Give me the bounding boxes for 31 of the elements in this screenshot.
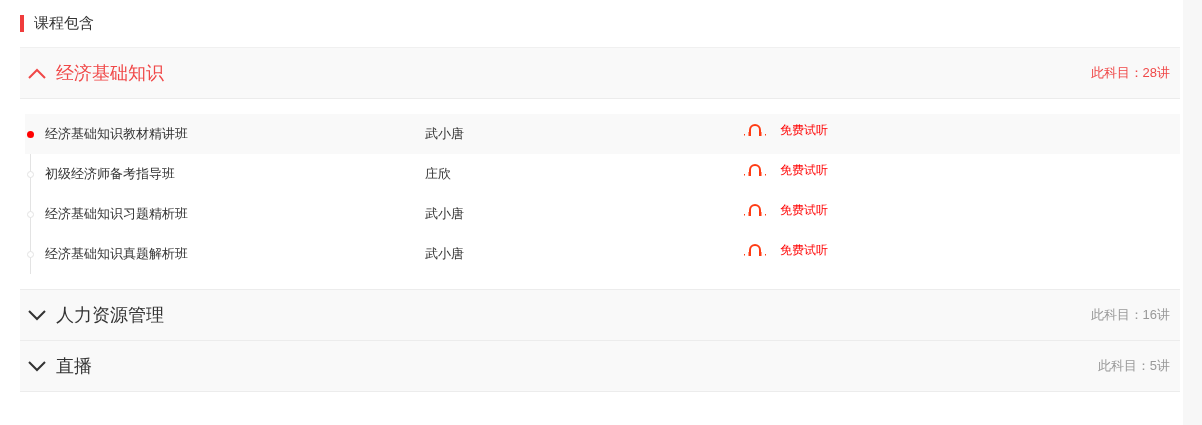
section-title: 课程包含 <box>34 13 94 34</box>
subject-title: 人力资源管理 <box>56 303 164 327</box>
free-trial-link[interactable]: 免费试听 <box>780 241 828 259</box>
lesson-row[interactable]: 经济基础知识教材精讲班 武小唐 免费试听 <box>25 114 1180 154</box>
subject-header[interactable]: 人力资源管理 此科目：16讲 <box>20 290 1180 341</box>
lesson-title: 经济基础知识真题解析班 <box>45 245 189 264</box>
headphones-icon <box>743 243 767 257</box>
free-trial-link[interactable]: 免费试听 <box>780 161 828 179</box>
lesson-title: 经济基础知识习题精析班 <box>45 205 189 224</box>
lesson-count: 此科目：28讲 <box>1090 64 1170 83</box>
teacher-name: 武小唐 <box>425 245 465 264</box>
free-trial-link[interactable]: 免费试听 <box>780 121 828 139</box>
subject-header[interactable]: 经济基础知识 此科目：28讲 <box>20 48 1180 99</box>
teacher-name: 武小唐 <box>425 125 465 144</box>
subject-title: 直播 <box>56 354 92 378</box>
teacher-name: 庄欣 <box>425 165 452 184</box>
teacher-name: 武小唐 <box>425 205 465 224</box>
lesson-title: 经济基础知识教材精讲班 <box>45 125 189 144</box>
free-trial-link[interactable]: 免费试听 <box>780 201 828 219</box>
accent-bar <box>20 15 24 32</box>
lesson-row[interactable]: 经济基础知识真题解析班 武小唐 免费试听 <box>25 234 1180 274</box>
headphones-icon <box>743 123 767 137</box>
headphones-icon <box>743 163 767 177</box>
lesson-title: 初级经济师备考指导班 <box>45 165 176 184</box>
lesson-count: 此科目：16讲 <box>1090 306 1170 325</box>
subject-header[interactable]: 直播 此科目：5讲 <box>20 341 1180 392</box>
lesson-row[interactable]: 初级经济师备考指导班 庄欣 免费试听 <box>25 154 1180 194</box>
lesson-row[interactable]: 经济基础知识习题精析班 武小唐 免费试听 <box>25 194 1180 234</box>
subject-title: 经济基础知识 <box>56 61 164 85</box>
lesson-count: 此科目：5讲 <box>1097 357 1170 376</box>
headphones-icon <box>743 203 767 217</box>
